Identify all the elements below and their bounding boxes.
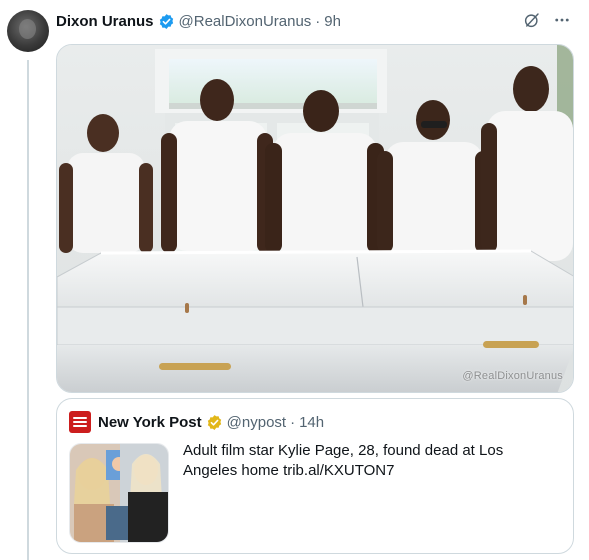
quoted-tweet-text: Adult film star Kylie Page, 28, found de… <box>183 442 504 479</box>
thread-line <box>27 60 29 560</box>
quoted-author-name[interactable]: New York Post <box>98 414 202 431</box>
timestamp[interactable]: 9h <box>324 13 341 30</box>
nypost-logo-icon[interactable] <box>69 411 91 433</box>
quoted-separator-dot: · <box>290 413 296 431</box>
tweet-media-image[interactable]: @RealDixonUranus <box>56 44 574 393</box>
quoted-timestamp[interactable]: 14h <box>299 414 324 431</box>
verified-badge-icon[interactable] <box>158 13 175 30</box>
quoted-media-thumbnail[interactable] <box>69 443 169 543</box>
separator-dot: · <box>315 12 321 30</box>
quoted-tweet-header: New York Post @nypost · 14h <box>69 411 324 433</box>
author-handle[interactable]: @RealDixonUranus <box>179 13 312 30</box>
tweet-header: Dixon Uranus @RealDixonUranus · 9h <box>56 11 341 31</box>
grok-icon[interactable] <box>523 11 541 29</box>
gold-verified-badge-icon[interactable] <box>206 414 223 431</box>
more-options-icon[interactable] <box>553 11 571 29</box>
avatar[interactable] <box>7 10 49 52</box>
author-name[interactable]: Dixon Uranus <box>56 13 154 30</box>
quoted-tweet-card[interactable]: New York Post @nypost · 14h Adult film s… <box>56 398 574 554</box>
tweet-actions-top <box>523 11 571 29</box>
quoted-author-handle[interactable]: @nypost <box>227 414 286 431</box>
media-watermark: @RealDixonUranus <box>462 370 563 382</box>
